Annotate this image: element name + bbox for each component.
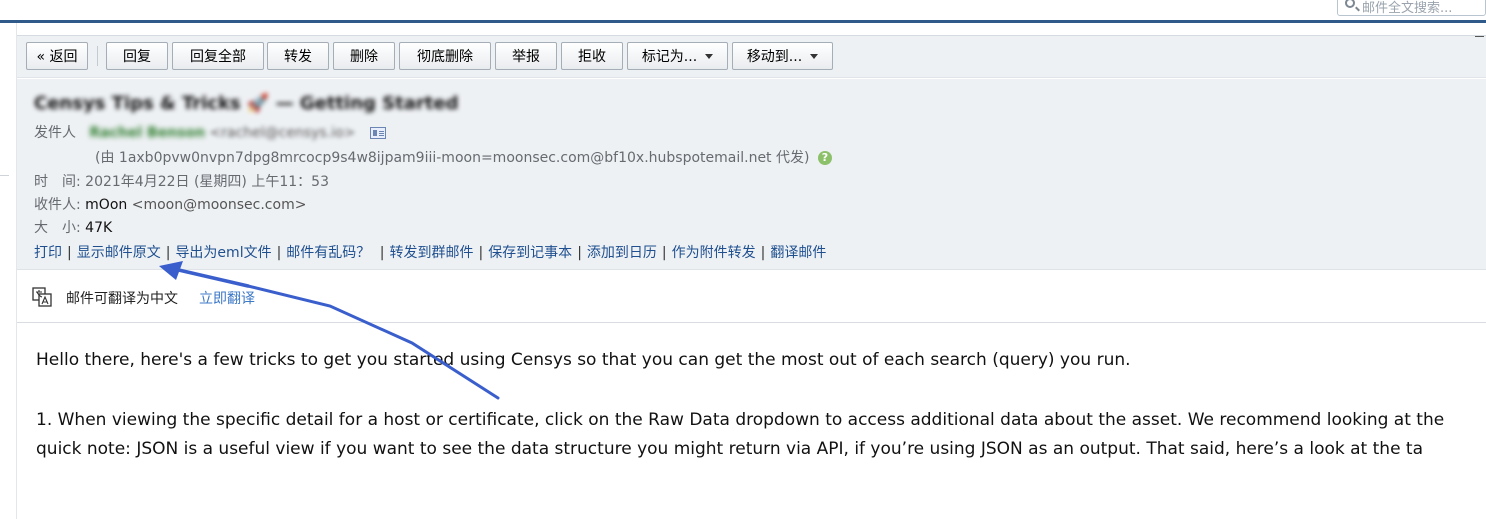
- toolbar-separator: [97, 46, 98, 66]
- link-separator: |: [165, 245, 171, 261]
- translate-bar: 邮件可翻译为中文 立即翻译: [17, 270, 1486, 323]
- gutter-divider: [0, 175, 9, 176]
- chevron-down-icon: [810, 53, 819, 59]
- back-button[interactable]: « 返回: [26, 42, 88, 70]
- recipient-label: 收件人:: [34, 197, 81, 213]
- reply-button[interactable]: 回复: [106, 42, 168, 70]
- time-row: 时 间: 2021年4月22日 (星期四) 上午11：53: [34, 171, 329, 191]
- size-value: 47K: [85, 220, 113, 236]
- add-to-calendar-link[interactable]: 添加到日历: [587, 245, 657, 261]
- forward-button[interactable]: 转发: [267, 42, 329, 70]
- garbled-text-link[interactable]: 邮件有乱码？: [286, 245, 370, 261]
- size-label: 大 小:: [34, 220, 81, 236]
- header-accent-bar: [0, 20, 1486, 23]
- translate-mail-link[interactable]: 翻译邮件: [770, 245, 826, 261]
- sender-email: <rachel@censys.io>: [209, 125, 356, 141]
- move-to-dropdown[interactable]: 移动到...: [732, 42, 833, 70]
- via-text: (由 1axb0pvw0nvpn7dpg8mrcocp9s4w8ijpam9ii…: [95, 150, 810, 166]
- link-separator: |: [478, 245, 484, 261]
- mark-as-label: 标记为...: [641, 49, 698, 65]
- search-placeholder: 邮件全文搜索...: [1362, 1, 1453, 16]
- search-input[interactable]: 邮件全文搜索...: [1337, 0, 1486, 16]
- mail-action-links: 打印 | 显示邮件原文 | 导出为eml文件 | 邮件有乱码？ | 转发到群邮件 | 保存到记事本…: [34, 242, 826, 262]
- mail-subject: Censys Tips & Tricks 🚀 — Getting Started: [34, 93, 459, 114]
- mark-as-dropdown[interactable]: 标记为...: [627, 42, 728, 70]
- mail-toolbar: « 返回 回复 回复全部 转发 删除 彻底删除 举报 拒收 标记为... 移动到…: [17, 36, 1486, 78]
- body-paragraph: Hello there, here's a few tricks to get …: [36, 350, 1131, 370]
- link-separator: |: [760, 245, 766, 261]
- show-source-link[interactable]: 显示邮件原文: [77, 245, 161, 261]
- recipient-email: <moon@moonsec.com>: [131, 197, 307, 213]
- move-to-label: 移动到...: [746, 49, 803, 65]
- translate-now-link[interactable]: 立即翻译: [199, 288, 255, 308]
- link-separator: |: [577, 245, 582, 261]
- time-label: 时 间:: [34, 174, 81, 190]
- mail-body: Hello there, here's a few tricks to get …: [36, 346, 1486, 464]
- link-separator: |: [276, 245, 282, 261]
- mail-header-info: Censys Tips & Tricks 🚀 — Getting Started…: [17, 79, 1486, 270]
- sender-name[interactable]: Rachel Benson: [89, 125, 205, 141]
- delete-button[interactable]: 删除: [333, 42, 395, 70]
- chevron-down-icon: [705, 53, 714, 59]
- link-separator: |: [375, 245, 385, 261]
- help-icon[interactable]: ?: [817, 151, 832, 165]
- sender-label: 发件人: [34, 125, 76, 141]
- reject-button[interactable]: 拒收: [561, 42, 623, 70]
- link-separator: |: [67, 245, 72, 261]
- mail-read-panel: « 返回 回复 回复全部 转发 删除 彻底删除 举报 拒收 标记为... 移动到…: [17, 35, 1486, 519]
- left-gutter: [0, 23, 17, 519]
- export-eml-link[interactable]: 导出为eml文件: [175, 245, 271, 261]
- report-button[interactable]: 举报: [495, 42, 557, 70]
- forward-to-group-link[interactable]: 转发到群邮件: [389, 245, 473, 261]
- forward-as-attachment-link[interactable]: 作为附件转发: [672, 245, 756, 261]
- sender-row: 发件人 Rachel Benson <rachel@censys.io>: [34, 122, 386, 142]
- delete-forever-button[interactable]: 彻底删除: [399, 42, 491, 70]
- minimize-icon[interactable]: [1469, 36, 1486, 44]
- reply-all-button[interactable]: 回复全部: [172, 42, 264, 70]
- recipient-row: 收件人: mOon <moon@moonsec.com>: [34, 194, 306, 214]
- size-row: 大 小: 47K: [34, 217, 112, 237]
- save-to-notes-link[interactable]: 保存到记事本: [488, 245, 572, 261]
- recipient-name[interactable]: mOon: [85, 197, 127, 213]
- body-paragraph: 1. When viewing the specific detail for …: [36, 410, 1445, 430]
- time-value: 2021年4月22日 (星期四) 上午11：53: [85, 174, 329, 190]
- translate-icon: [32, 287, 52, 307]
- contact-card-icon[interactable]: [369, 127, 386, 139]
- link-separator: |: [661, 245, 667, 261]
- top-header: 邮件全文搜索...: [0, 0, 1486, 20]
- print-link[interactable]: 打印: [34, 245, 62, 261]
- search-icon: [1345, 0, 1355, 8]
- translate-hint: 邮件可翻译为中文: [66, 291, 178, 307]
- via-row: (由 1axb0pvw0nvpn7dpg8mrcocp9s4w8ijpam9ii…: [95, 147, 832, 167]
- body-paragraph: quick note: JSON is a useful view if you…: [36, 439, 1424, 459]
